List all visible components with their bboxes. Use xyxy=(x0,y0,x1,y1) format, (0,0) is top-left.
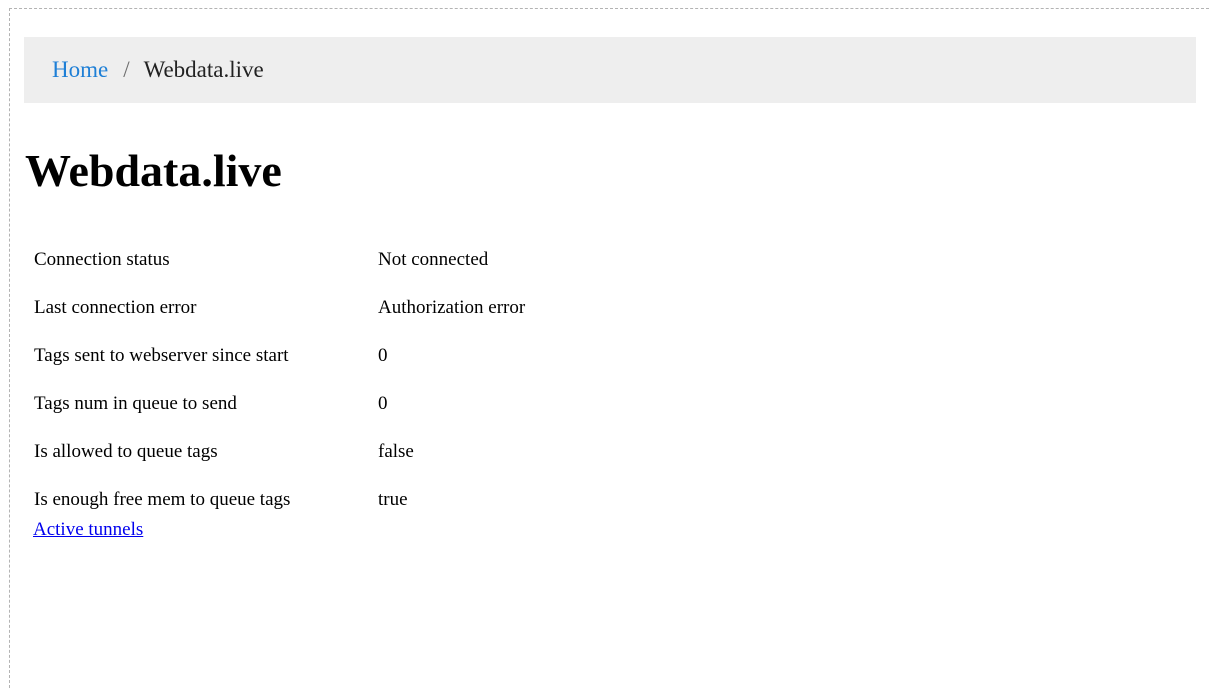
status-row-tags-sent: Tags sent to webserver since start 0 xyxy=(33,333,526,379)
row-value: false xyxy=(378,441,414,462)
row-label: Tags num in queue to send xyxy=(34,393,237,414)
status-row-connection-status: Connection status Not connected xyxy=(33,237,526,283)
status-table: Connection status Not connected Last con… xyxy=(31,235,528,525)
row-value: true xyxy=(378,489,408,510)
breadcrumb-current: Webdata.live xyxy=(143,57,264,82)
status-row-allowed-to-queue: Is allowed to queue tags false xyxy=(33,429,526,475)
row-label: Last connection error xyxy=(34,297,197,318)
row-label: Is enough free mem to queue tags xyxy=(34,489,291,510)
row-value: Authorization error xyxy=(378,297,526,318)
row-label: Tags sent to webserver since start xyxy=(34,345,289,366)
row-value: 0 xyxy=(378,393,388,414)
breadcrumb: Home / Webdata.live xyxy=(24,37,1196,103)
status-row-enough-free-mem: Is enough free mem to queue tags true xyxy=(33,477,526,523)
active-tunnels-link[interactable]: Active tunnels xyxy=(33,519,143,541)
breadcrumb-separator: / xyxy=(123,57,130,82)
row-label: Connection status xyxy=(34,249,170,270)
row-label: Is allowed to queue tags xyxy=(34,441,218,462)
status-row-tags-in-queue: Tags num in queue to send 0 xyxy=(33,381,526,427)
page-title: Webdata.live xyxy=(25,145,282,196)
breadcrumb-home-link[interactable]: Home xyxy=(52,57,108,82)
row-value: Not connected xyxy=(378,249,489,270)
row-value: 0 xyxy=(378,345,388,366)
status-row-last-connection-error: Last connection error Authorization erro… xyxy=(33,285,526,331)
